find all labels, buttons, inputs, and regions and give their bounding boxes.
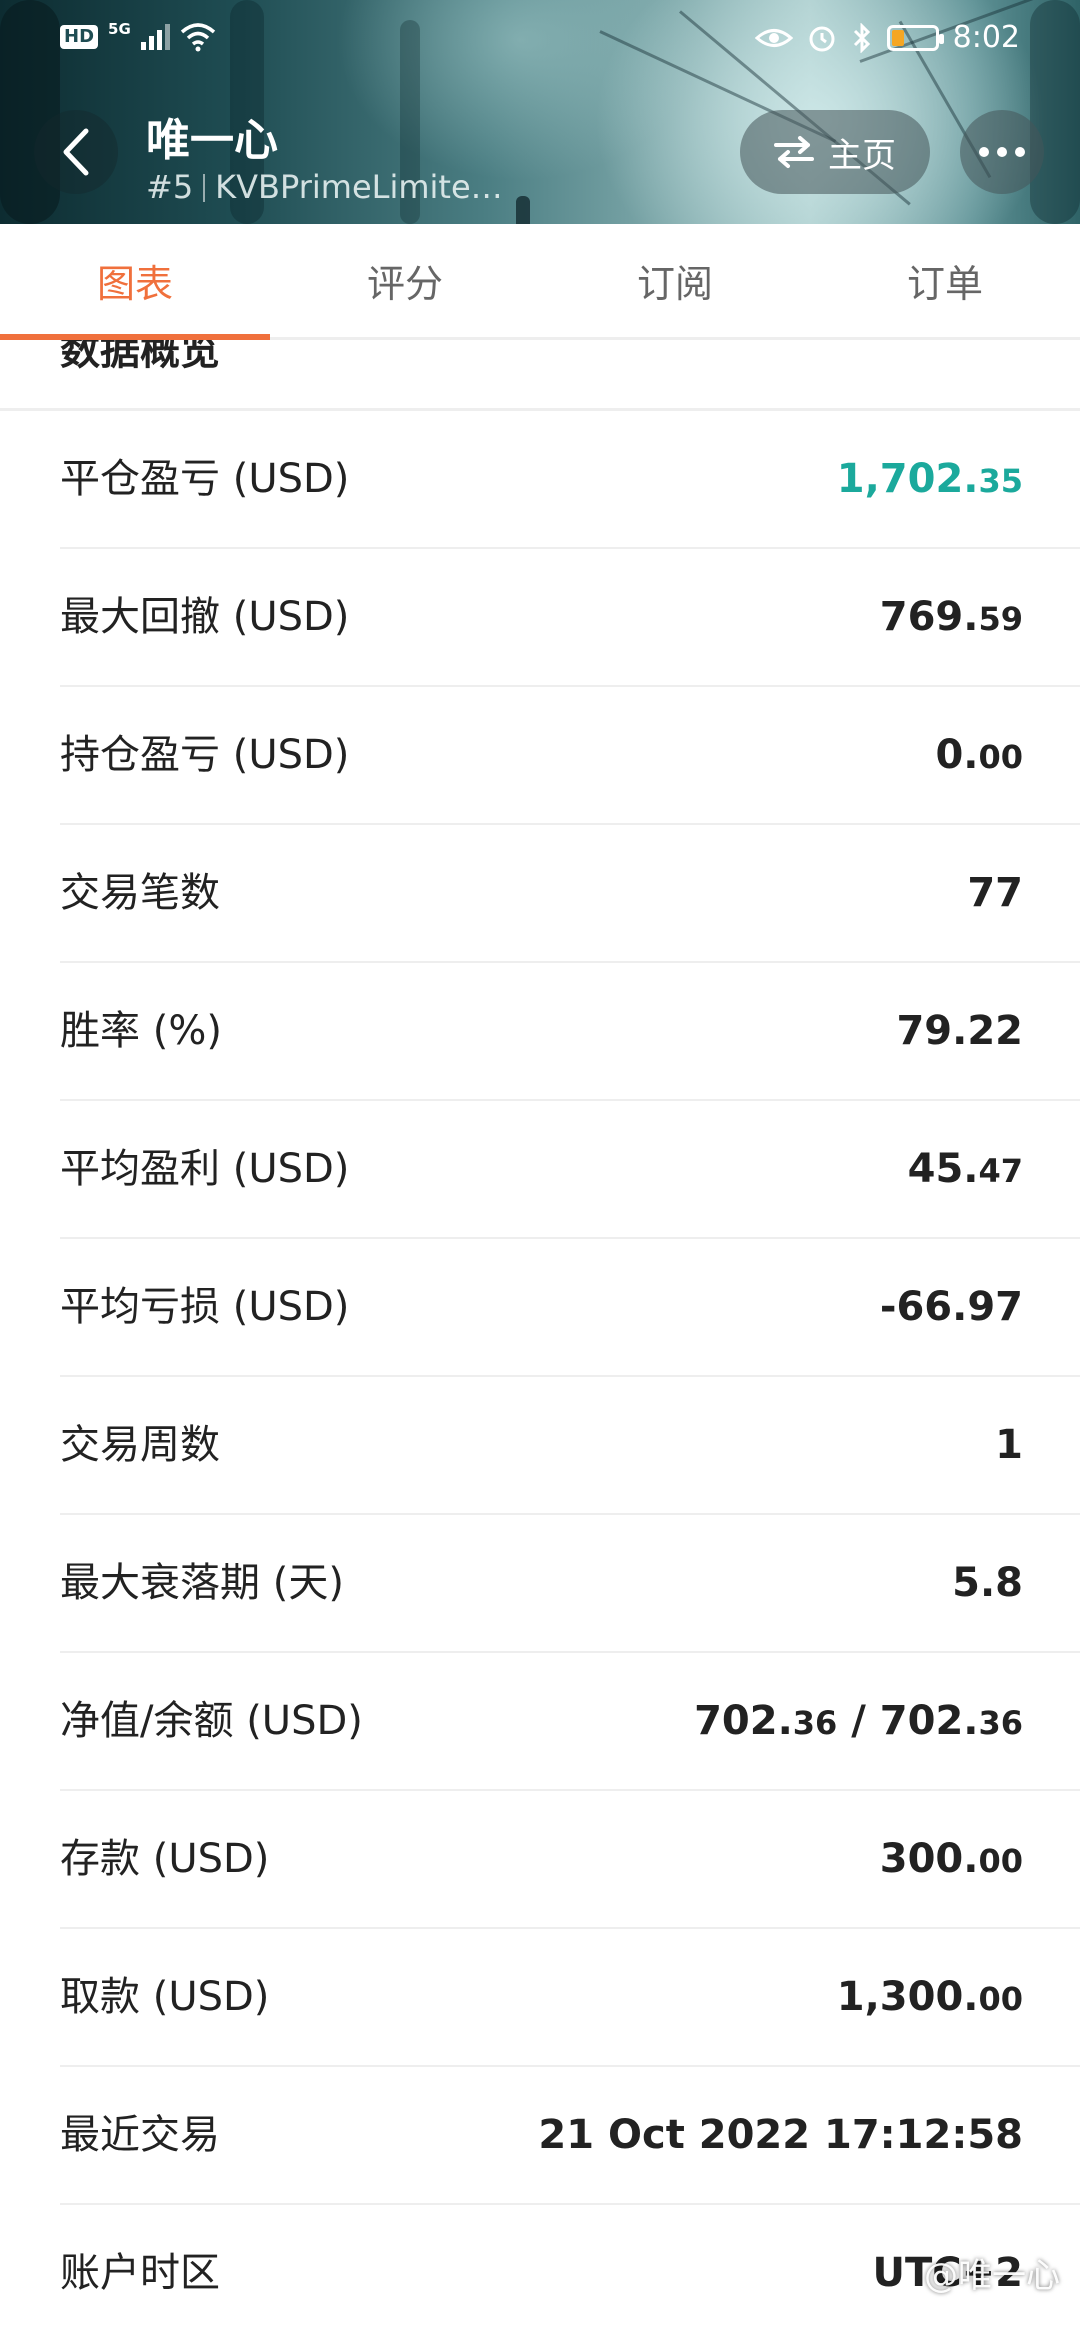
tab-bar: 图表 评分 订阅 订单 [0,224,1080,340]
stat-value: 1 [995,1377,1023,1513]
chevron-left-icon [63,128,89,176]
stat-label: 平仓盈亏 (USD) [60,456,350,502]
section-header-container: 数据概览 [0,340,1080,410]
stat-value-main: 0. [935,732,979,778]
stat-label: 最近交易 [60,2112,220,2158]
stat-row: 最近交易 21 Oct 2022 17:12:58 [60,2067,1080,2205]
stat-row: 交易周数 1 [60,1377,1080,1515]
stat-row: 最大回撤 (USD) 769.59 [60,549,1080,687]
stat-value-decimals: 35 [978,462,1023,500]
watermark: @唯一心 [924,2256,1060,2296]
stat-label: 最大回撤 (USD) [60,594,350,640]
rank-label: #5 [146,168,194,206]
stat-value-main: 1 [995,1422,1023,1468]
stat-label: 平均盈利 (USD) [60,1146,350,1192]
stat-label: 持仓盈亏 (USD) [60,732,350,778]
stat-row: 交易笔数 77 [60,825,1080,963]
tab-orders[interactable]: 订单 [810,224,1080,337]
stat-value-main: 1,300. [836,1974,979,2020]
stat-label: 交易周数 [60,1422,220,1468]
alarm-icon [809,26,835,51]
stat-value-main: -66.97 [879,1284,1023,1330]
stat-label: 平均亏损 (USD) [60,1284,350,1330]
more-options-button[interactable] [960,110,1044,194]
stat-row: 取款 (USD) 1,300.00 [60,1929,1080,2067]
eye-icon [754,28,793,47]
stat-value-decimals-2: 36 [978,1704,1023,1742]
stat-value: 300.00 [880,1791,1023,1927]
home-button[interactable]: 主页 [740,110,930,194]
stat-value-main: 300. [879,1836,979,1882]
stats-list: 平仓盈亏 (USD) 1,702.35 最大回撤 (USD) 769.59 持仓盈亏 (… [0,411,1080,2340]
stat-row: 持仓盈亏 (USD) 0.00 [60,687,1080,825]
server-label: KVBPrimeLimite… [215,168,503,206]
stat-value: 77 [967,825,1023,961]
stat-row: 平仓盈亏 (USD) 1,702.35 [60,411,1080,549]
stat-value-main: 769. [879,594,979,640]
stat-value-main: 79.22 [896,1008,1023,1054]
hd-badge: HD [60,25,99,49]
stat-value-main: 5.8 [952,1560,1023,1606]
account-subtitle: #5 KVBPrimeLimite… [146,168,503,206]
figure-silhouette-decor [516,196,530,224]
stat-row: 存款 (USD) 300.00 [60,1791,1080,1929]
stat-value-decimals: 00 [978,1980,1023,2018]
stat-label: 存款 (USD) [60,1836,270,1882]
stat-value: 0.00 [935,687,1023,823]
network-type-label: 5G [108,20,131,38]
status-bar: HD 5G 8:02 [0,0,1080,80]
battery-icon [886,24,944,51]
stat-value-decimals: 36 [792,1704,838,1742]
stat-value-main-2: / 702. [837,1698,979,1744]
stat-value: 45.47 [908,1101,1023,1237]
swap-icon [774,136,814,168]
clock-time: 8:02 [952,20,1020,55]
stat-value-decimals: 47 [978,1152,1023,1190]
signal-icon [140,24,170,50]
stat-value-decimals: 00 [978,738,1023,776]
stat-value: 702.36 / 702.36 [694,1653,1023,1789]
stat-label: 账户时区 [60,2250,220,2296]
stat-value-main: 77 [967,870,1023,916]
stat-row: 平均亏损 (USD) -66.97 [60,1239,1080,1377]
stat-label: 最大衰落期 (天) [60,1560,344,1606]
stat-label: 胜率 (%) [60,1008,222,1054]
section-title: 数据概览 [60,340,220,374]
stat-value-decimals: 59 [978,600,1023,638]
stat-label: 交易笔数 [60,870,220,916]
stat-row: 最大衰落期 (天) 5.8 [60,1515,1080,1653]
stat-row: 净值/余额 (USD) 702.36 / 702.36 [60,1653,1080,1791]
more-dots-icon [979,147,989,157]
stat-value: 79.22 [896,963,1023,1099]
back-button[interactable] [34,110,118,194]
header-banner: HD 5G 8:02 唯一心 #5 KVBPrimeLimite… 主页 [0,0,1080,224]
stat-value-main: 1,702. [836,456,979,502]
stat-label: 取款 (USD) [60,1974,270,2020]
stat-row: 平均盈利 (USD) 45.47 [60,1101,1080,1239]
bluetooth-icon [853,22,870,53]
stat-row: 胜率 (%) 79.22 [60,963,1080,1101]
wifi-icon [180,23,215,52]
stat-label: 净值/余额 (USD) [60,1698,363,1744]
stat-value-decimals: 00 [978,1842,1023,1880]
tab-rating[interactable]: 评分 [270,224,540,337]
stat-value: 5.8 [952,1515,1023,1651]
page-title: 唯一心 [146,115,278,166]
stat-value: 21 Oct 2022 17:12:58 [538,2067,1023,2203]
stat-value: 769.59 [880,549,1023,685]
home-button-label: 主页 [828,135,896,176]
tab-chart[interactable]: 图表 [0,224,270,340]
stat-value-main: 21 Oct 2022 17:12:58 [538,2112,1023,2158]
stat-value: 1,300.00 [837,1929,1023,2065]
stat-value-main: 702. [694,1698,793,1744]
stat-value: -66.97 [880,1239,1023,1375]
tab-subscribe[interactable]: 订阅 [540,224,810,337]
stat-value: 1,702.35 [837,411,1023,547]
stat-value-main: 45. [907,1146,979,1192]
